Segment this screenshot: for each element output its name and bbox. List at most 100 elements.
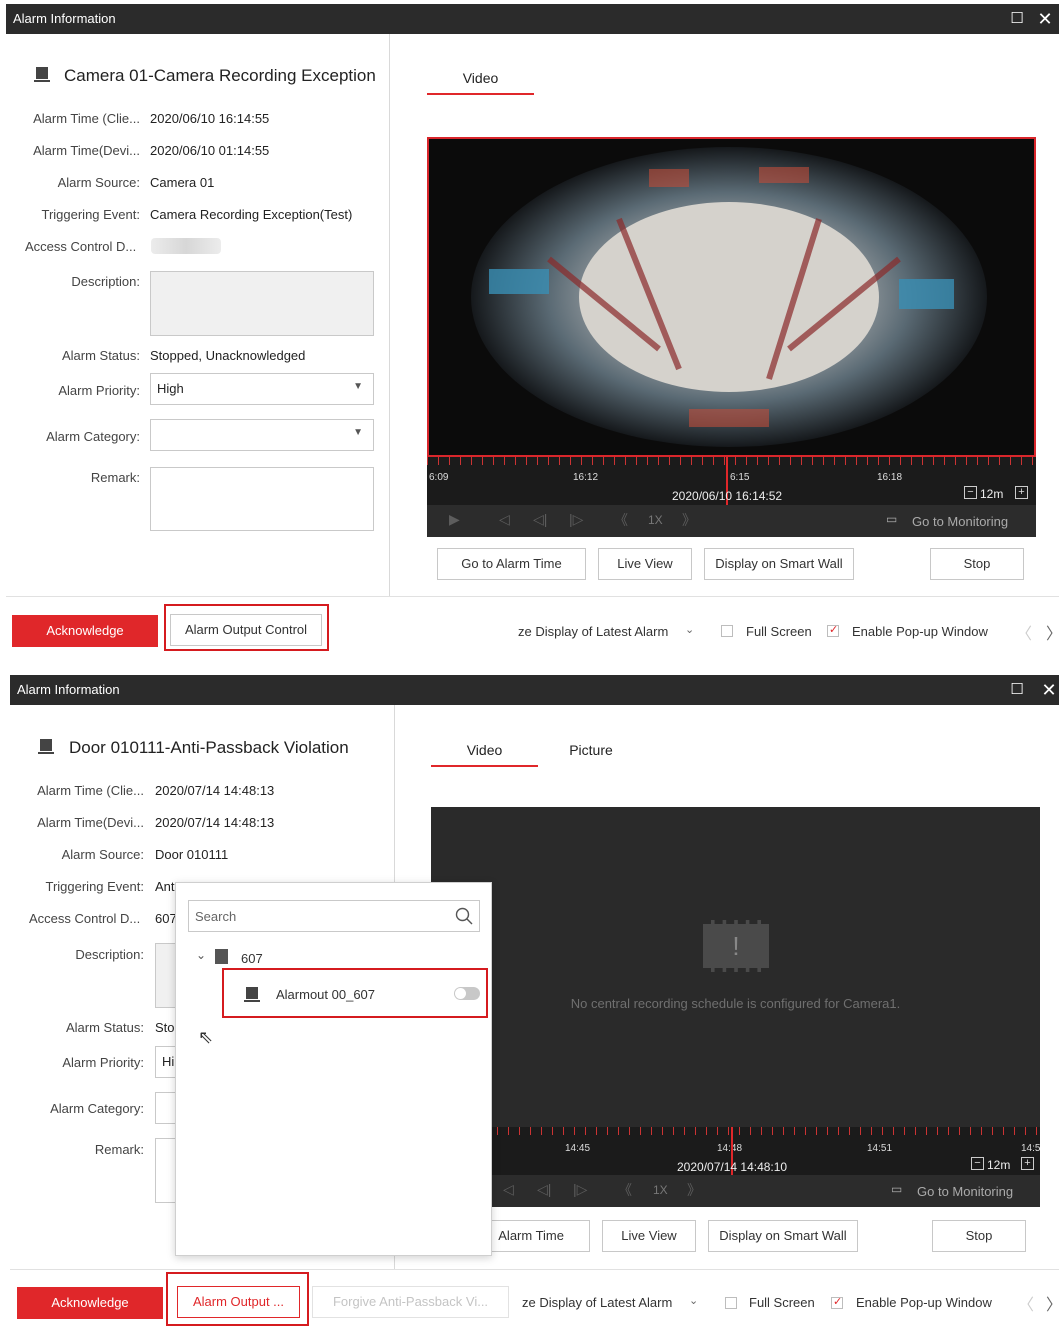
stop-button[interactable]: Stop [932, 1220, 1026, 1252]
enable-popup-checkbox[interactable] [827, 623, 839, 637]
playback-speed: 1X [653, 1183, 668, 1197]
enable-popup-label: Enable Pop-up Window [856, 1295, 992, 1310]
go-to-alarm-time-button[interactable]: Go to Alarm Time [437, 548, 586, 580]
fisheye-camera-view [429, 139, 1034, 455]
alarm-source-icon [34, 67, 50, 82]
slow-down-icon[interactable]: 《 [618, 1180, 632, 1200]
no-recording-icon: ! [703, 920, 769, 972]
timeline-tick-label: 14:45 [565, 1143, 591, 1154]
alarm-priority-selected: Hi [162, 1054, 175, 1069]
timeline[interactable]: 6:09 16:12 6:15 16:18 2020/06/10 16:14:5… [427, 457, 1036, 505]
maximize-icon[interactable]: ☐ [1005, 7, 1029, 31]
previous-alarm-icon[interactable]: 〈 [1016, 620, 1032, 644]
tab-video[interactable]: Video [427, 70, 534, 95]
triggering-event-label: Triggering Event: [41, 207, 140, 222]
latest-alarm-dropdown[interactable]: ze Display of Latest Alarm [518, 624, 668, 639]
alarm-status-label: Alarm Status: [61, 348, 140, 363]
access-control-value-blurred [151, 238, 221, 254]
go-to-monitoring-link[interactable]: Go to Monitoring [917, 1184, 1013, 1199]
enable-popup-checkbox[interactable] [831, 1295, 843, 1309]
alarm-source-value: Door 010111 [155, 847, 229, 862]
building-icon [215, 949, 228, 964]
pane-divider [389, 34, 390, 596]
tab-picture[interactable]: Picture [558, 742, 624, 758]
alarm-window-2: Alarm Information ☐ ✕ Door 010111-Anti-P… [10, 675, 1059, 1336]
alarm-priority-label: Alarm Priority: [58, 383, 140, 398]
timeline-timestamp: 2020/06/10 16:14:52 [672, 489, 783, 503]
timeline-tick-label: 14:51 [867, 1143, 893, 1154]
alarm-category-select[interactable]: ▼ [150, 419, 374, 451]
timeline-timestamp: 2020/07/14 14:48:10 [677, 1160, 788, 1174]
display-on-smart-wall-button[interactable]: Display on Smart Wall [708, 1220, 858, 1252]
frame-back-icon[interactable]: ◁| [537, 1181, 551, 1198]
alarm-source-label: Alarm Source: [61, 847, 144, 862]
chevron-down-icon[interactable]: ⌄ [196, 948, 206, 962]
timeline-tick-label: 6:09 [429, 472, 449, 483]
full-screen-checkbox[interactable] [721, 625, 733, 637]
live-view-button[interactable]: Live View [602, 1220, 696, 1252]
timeline-tick-label: 6:15 [730, 472, 750, 483]
timeline[interactable]: 14:45 14:48 14:51 14:5 2020/07/14 14:48:… [431, 1127, 1040, 1175]
frame-forward-icon[interactable]: |▷ [573, 1181, 587, 1198]
zoom-out-icon[interactable]: − [971, 1157, 984, 1170]
search-icon[interactable] [455, 907, 473, 925]
full-screen-label: Full Screen [746, 624, 812, 639]
remark-field[interactable] [150, 467, 374, 531]
forgive-anti-passback-button[interactable]: Forgive Anti-Passback Vi... [312, 1286, 509, 1318]
timeline-tick-label: 14:5 [1021, 1143, 1040, 1154]
frame-back-icon[interactable]: ◁| [533, 511, 547, 528]
full-screen-checkbox[interactable] [725, 1297, 737, 1309]
tab-video[interactable]: Video [431, 742, 538, 767]
alarm-time-device-value: 2020/06/10 01:14:55 [150, 143, 270, 158]
previous-icon[interactable]: ◁ [499, 511, 510, 528]
timeline-ticks [431, 1127, 1040, 1135]
alarm-category-label: Alarm Category: [50, 1101, 144, 1116]
zoom-out-icon[interactable]: − [964, 486, 977, 499]
video-player[interactable] [427, 137, 1036, 457]
alarm-time-client-label: Alarm Time (Clie... [37, 783, 144, 798]
tree-group-label[interactable]: 607 [241, 951, 263, 966]
timeline-tick-label: 16:12 [573, 472, 599, 483]
video-player[interactable]: ! No central recording schedule is confi… [431, 807, 1040, 1127]
latest-alarm-dropdown[interactable]: ze Display of Latest Alarm [522, 1295, 672, 1310]
zoom-in-icon[interactable]: + [1021, 1157, 1034, 1170]
playback-bar: ◁ ◁| |▷ 《 1X 》 ▭ Go to Monitoring [431, 1175, 1040, 1207]
alarm-title: Camera 01-Camera Recording Exception [64, 66, 376, 85]
live-view-button[interactable]: Live View [598, 548, 692, 580]
remark-label: Remark: [94, 1142, 144, 1157]
description-label: Description: [75, 947, 144, 962]
bottom-divider [10, 1269, 1059, 1270]
stop-button[interactable]: Stop [930, 548, 1024, 580]
search-box[interactable]: Search [188, 900, 480, 932]
monitor-icon: ▭ [886, 512, 898, 526]
previous-icon[interactable]: ◁ [503, 1181, 514, 1198]
alarm-time-device-label: Alarm Time(Devi... [33, 143, 140, 158]
previous-alarm-icon[interactable]: 〈 [1018, 1291, 1034, 1315]
display-on-smart-wall-button[interactable]: Display on Smart Wall [704, 548, 854, 580]
slow-down-icon[interactable]: 《 [614, 510, 628, 530]
play-icon[interactable]: ▶ [449, 511, 460, 528]
alarm-category-label: Alarm Category: [46, 429, 140, 444]
description-field[interactable] [150, 271, 374, 336]
maximize-icon[interactable]: ☐ [1005, 678, 1029, 702]
timeline-tick-label: 14:48 [717, 1143, 743, 1154]
close-icon[interactable]: ✕ [1037, 678, 1059, 702]
go-to-monitoring-link[interactable]: Go to Monitoring [912, 514, 1008, 529]
close-icon[interactable]: ✕ [1033, 7, 1057, 31]
chevron-down-icon: ▼ [353, 427, 363, 438]
search-input[interactable]: Search [195, 909, 236, 924]
triggering-event-value: Camera Recording Exception(Test) [150, 207, 353, 222]
frame-forward-icon[interactable]: |▷ [569, 511, 583, 528]
access-control-label: Access Control D... [29, 911, 141, 926]
alarm-status-label: Alarm Status: [65, 1020, 144, 1035]
speed-up-icon[interactable]: 》 [687, 1180, 701, 1200]
next-alarm-icon[interactable]: 〉 [1046, 1291, 1059, 1315]
alarm-time-device-label: Alarm Time(Devi... [37, 815, 144, 830]
acknowledge-button[interactable]: Acknowledge [12, 615, 158, 647]
alarm-priority-select[interactable]: High ▼ [150, 373, 374, 405]
acknowledge-button[interactable]: Acknowledge [17, 1287, 163, 1319]
zoom-in-icon[interactable]: + [1015, 486, 1028, 499]
next-alarm-icon[interactable]: 〉 [1046, 620, 1059, 644]
full-screen-label: Full Screen [749, 1295, 815, 1310]
speed-up-icon[interactable]: 》 [682, 510, 696, 530]
